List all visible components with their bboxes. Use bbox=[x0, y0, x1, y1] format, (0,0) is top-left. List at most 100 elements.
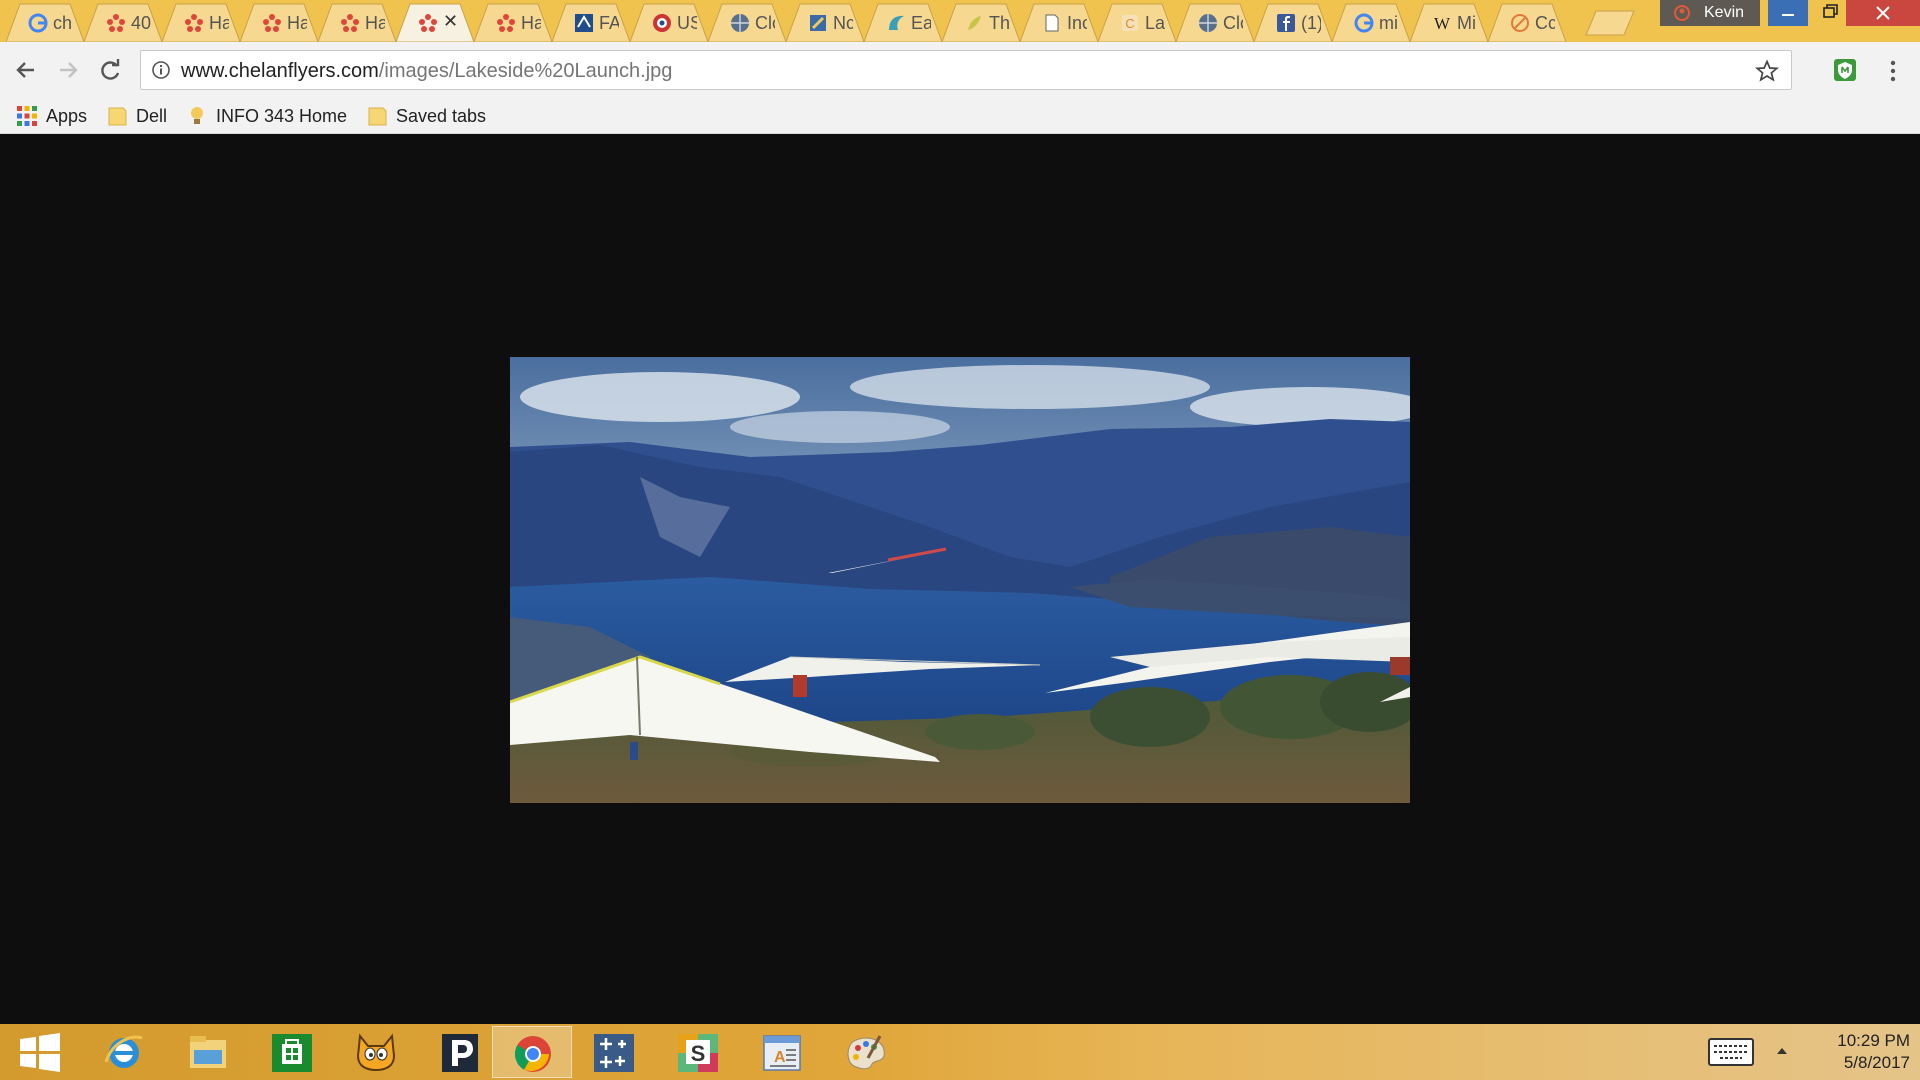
bookmark-label: Saved tabs bbox=[396, 105, 487, 126]
tab-strip: ch✕40✕Ha✕Ha✕Ha✕✕Ha✕FA✕US✕Clc✕Nc✕Ea✕Th✕In… bbox=[6, 2, 1566, 42]
tab-label: Clc bbox=[1223, 13, 1243, 33]
tab-10[interactable]: Nc✕ bbox=[786, 2, 864, 42]
bookmarks-bar: Apps Dell INFO 343 Home Saved tabs bbox=[0, 98, 1920, 134]
profile-button[interactable]: Kevin bbox=[1660, 0, 1760, 26]
url-path: /images/Lakeside%20Launch.jpg bbox=[378, 60, 673, 82]
bookmark-star-icon[interactable] bbox=[1755, 59, 1779, 83]
tab-label: Cc bbox=[1535, 13, 1555, 33]
tab-14[interactable]: CLa✕ bbox=[1098, 2, 1176, 42]
tab-19[interactable]: Cc✕ bbox=[1488, 2, 1566, 42]
system-clock[interactable]: 10:29 PM 5/8/2017 bbox=[1806, 1030, 1910, 1074]
url-host: www.chelanflyers.com bbox=[181, 60, 379, 82]
new-tab-button[interactable] bbox=[1584, 10, 1636, 36]
tab-13[interactable]: Inc✕ bbox=[1020, 2, 1098, 42]
tab-label: 40 bbox=[131, 13, 151, 33]
bookmark-label: Dell bbox=[136, 105, 168, 126]
tab-label: Nc bbox=[833, 13, 853, 33]
menu-kebab-icon[interactable] bbox=[1886, 58, 1900, 84]
red-dots-icon bbox=[341, 14, 359, 32]
bookmark-info-343[interactable]: INFO 343 Home bbox=[186, 102, 347, 130]
extension-shield-icon[interactable] bbox=[1833, 58, 1857, 82]
svg-text:C: C bbox=[1125, 16, 1134, 31]
globe-icon bbox=[731, 14, 749, 32]
folder-icon bbox=[368, 107, 387, 126]
svg-text:W: W bbox=[1434, 14, 1451, 33]
wave-icon bbox=[889, 15, 904, 30]
tab-label: FA bbox=[599, 13, 619, 33]
minimize-button[interactable] bbox=[1768, 0, 1808, 26]
tab-9[interactable]: Clc✕ bbox=[708, 2, 786, 42]
tab-5[interactable]: ✕ bbox=[396, 2, 474, 42]
tab-label: Inc bbox=[1067, 13, 1087, 33]
tab-label: Ha bbox=[521, 13, 541, 33]
start-icon bbox=[20, 1033, 60, 1072]
tab-label: Th bbox=[989, 13, 1009, 33]
tab-label: Clc bbox=[755, 13, 775, 33]
close-window-button[interactable] bbox=[1846, 0, 1920, 26]
tab-label: Ha bbox=[287, 13, 307, 33]
red-dots-icon bbox=[497, 14, 515, 32]
reload-icon[interactable] bbox=[94, 54, 126, 86]
address-bar[interactable]: www.chelanflyers.com/images/Lakeside%20L… bbox=[140, 50, 1792, 90]
close-icon bbox=[1876, 6, 1890, 20]
tab-label: Ea bbox=[911, 13, 931, 33]
svg-text:S: S bbox=[691, 1041, 706, 1066]
hang-gliders-lake-photo[interactable] bbox=[510, 357, 1410, 803]
profile-avatar-icon bbox=[1674, 5, 1690, 21]
tab-6[interactable]: Ha✕ bbox=[474, 2, 552, 42]
tab-label: Mi bbox=[1457, 13, 1476, 33]
folder-icon bbox=[108, 107, 127, 126]
facebook-icon bbox=[1277, 14, 1295, 32]
tab-label: Ha bbox=[365, 13, 385, 33]
taskbar-slack[interactable]: S bbox=[658, 1026, 738, 1078]
site-info-icon[interactable] bbox=[151, 60, 171, 80]
tab-16[interactable]: (1)✕ bbox=[1254, 2, 1332, 42]
tab-1[interactable]: 40✕ bbox=[84, 2, 162, 42]
chrome-icon bbox=[514, 1036, 551, 1072]
taskbar-scratch[interactable] bbox=[336, 1026, 416, 1078]
pandora-icon bbox=[442, 1034, 478, 1072]
restore-button[interactable] bbox=[1812, 0, 1846, 26]
forward-icon[interactable] bbox=[52, 54, 84, 86]
taskbar-chrome[interactable] bbox=[492, 1026, 572, 1078]
usa-icon bbox=[653, 14, 671, 32]
tab-close-icon[interactable]: ✕ bbox=[443, 11, 458, 32]
slack-icon: S bbox=[678, 1034, 718, 1072]
tab-18[interactable]: WMi✕ bbox=[1410, 2, 1488, 42]
bookmark-label: INFO 343 Home bbox=[216, 105, 348, 126]
taskbar-pandora[interactable] bbox=[420, 1026, 500, 1078]
clock-date: 5/8/2017 bbox=[1843, 1053, 1910, 1072]
red-dots-icon bbox=[263, 14, 281, 32]
taskbar-paint[interactable] bbox=[826, 1026, 906, 1078]
bookmark-saved-tabs[interactable]: Saved tabs bbox=[366, 102, 486, 130]
tab-0[interactable]: ch✕ bbox=[6, 2, 84, 42]
tab-8[interactable]: US✕ bbox=[630, 2, 708, 42]
tab-11[interactable]: Ea✕ bbox=[864, 2, 942, 42]
tab-12[interactable]: Th✕ bbox=[942, 2, 1020, 42]
touch-keyboard-icon[interactable] bbox=[1708, 1038, 1754, 1066]
store-icon bbox=[272, 1034, 312, 1072]
url-text: www.chelanflyers.com/images/Lakeside%20L… bbox=[181, 60, 672, 82]
tab-2[interactable]: Ha✕ bbox=[162, 2, 240, 42]
bookmark-dell[interactable]: Dell bbox=[106, 102, 167, 130]
red-dots-icon bbox=[419, 14, 437, 32]
tab-7[interactable]: FA✕ bbox=[552, 2, 630, 42]
snipping-icon bbox=[594, 1034, 634, 1072]
tab-17[interactable]: mi✕ bbox=[1332, 2, 1410, 42]
restore-icon bbox=[1823, 4, 1838, 18]
taskbar-store[interactable] bbox=[252, 1026, 332, 1078]
taskbar-file-explorer[interactable] bbox=[168, 1026, 248, 1078]
tab-4[interactable]: Ha✕ bbox=[318, 2, 396, 42]
tab-3[interactable]: Ha✕ bbox=[240, 2, 318, 42]
c-icon: C bbox=[1122, 15, 1138, 31]
taskbar-wordpad[interactable]: A bbox=[742, 1026, 822, 1078]
back-icon[interactable] bbox=[10, 54, 42, 86]
show-hidden-icons-icon[interactable] bbox=[1776, 1046, 1788, 1056]
bookmark-apps[interactable]: Apps bbox=[16, 102, 87, 130]
tab-15[interactable]: Clc✕ bbox=[1176, 2, 1254, 42]
start-button[interactable] bbox=[0, 1026, 80, 1078]
taskbar-snipping[interactable] bbox=[574, 1026, 654, 1078]
taskbar-internet-explorer[interactable] bbox=[84, 1026, 164, 1078]
leaf-icon bbox=[968, 16, 981, 30]
lightbulb-icon bbox=[191, 107, 203, 124]
